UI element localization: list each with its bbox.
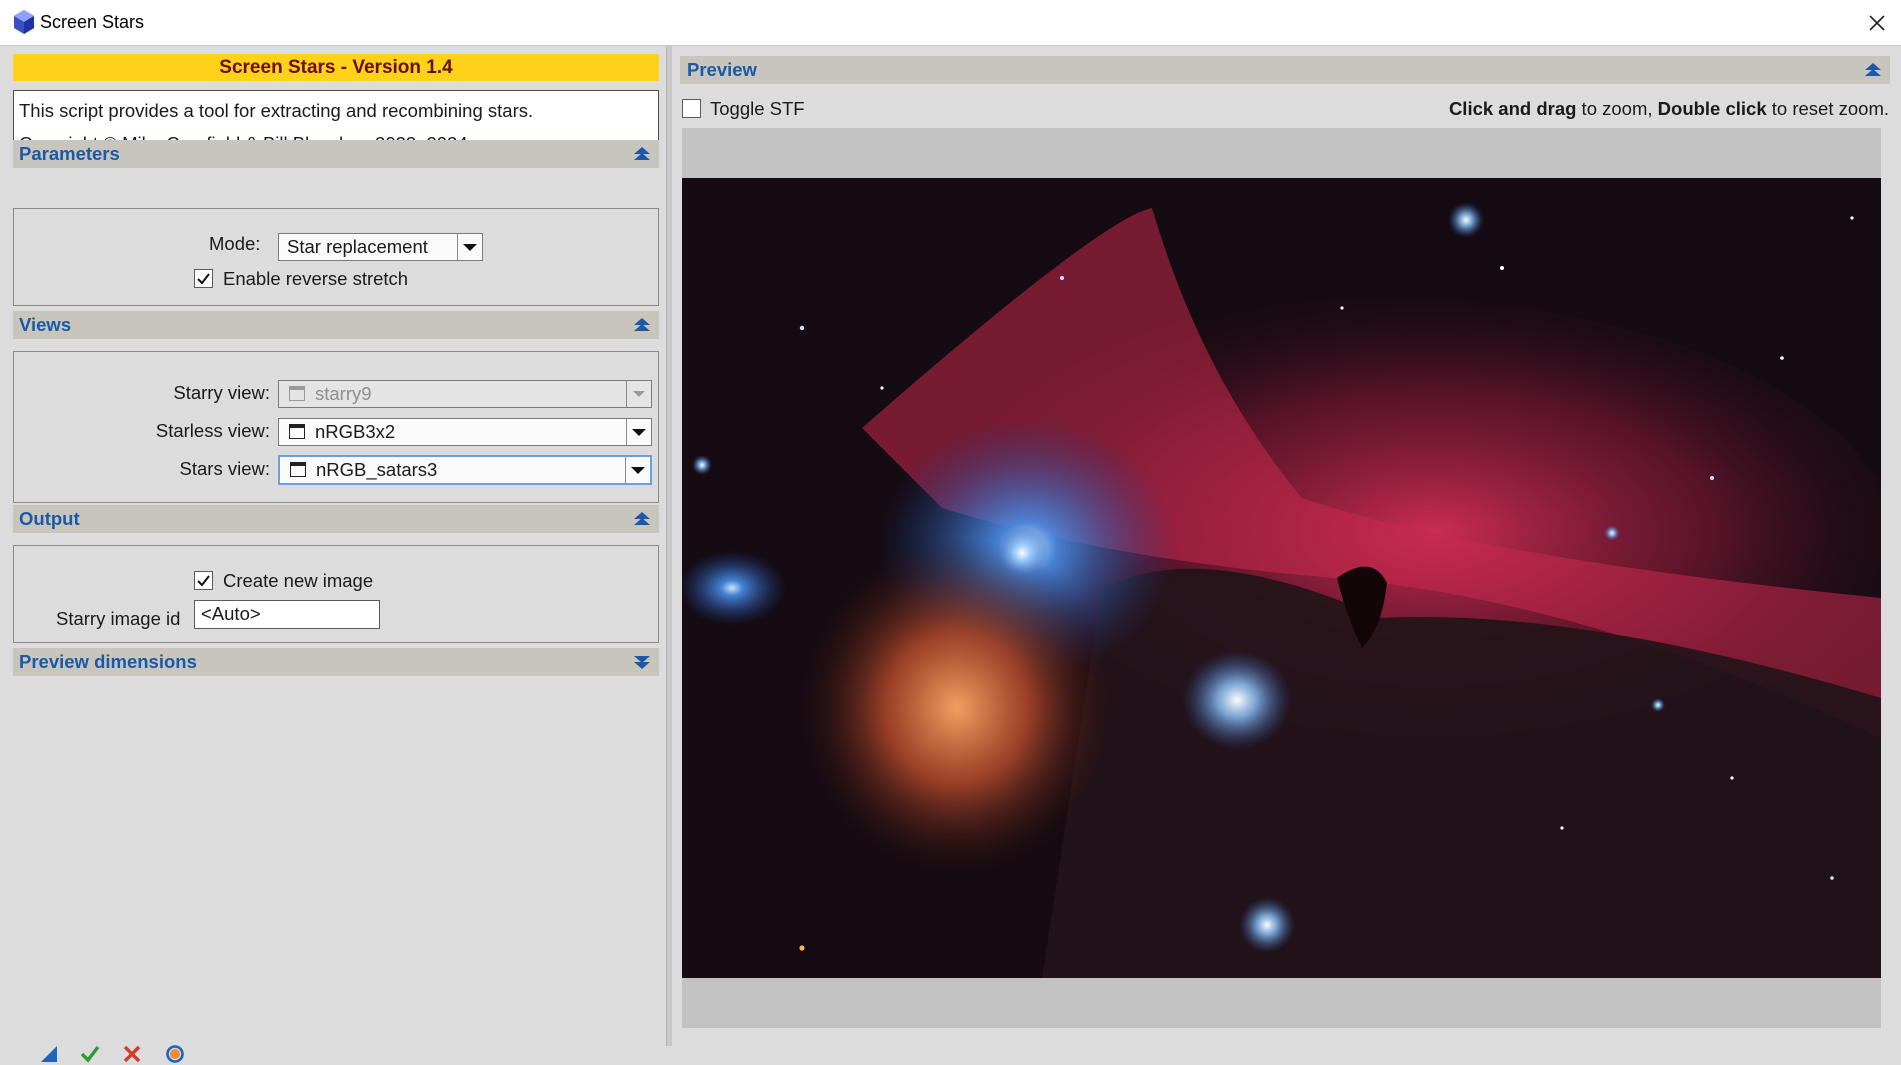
view-window-icon: [290, 462, 306, 477]
reset-icon[interactable]: [164, 1043, 186, 1065]
output-group: Create new image Starry image id <Auto>: [13, 545, 659, 643]
section-parameters[interactable]: Parameters: [13, 140, 659, 168]
zoom-hint: Click and drag to zoom, Double click to …: [1448, 98, 1889, 119]
starless-view-label: Starless view:: [155, 420, 270, 441]
section-title: Preview dimensions: [19, 651, 197, 672]
preview-canvas[interactable]: [682, 128, 1881, 1028]
parameters-group: Mode: Star replacement Enable reverse st…: [13, 208, 659, 306]
views-group: Starry view: starry9 Starless view: nRGB…: [13, 351, 659, 503]
app-logo-icon: [14, 10, 34, 34]
collapse-up-icon[interactable]: [633, 317, 651, 333]
expand-down-icon[interactable]: [633, 654, 651, 670]
window-title: Screen Stars: [40, 12, 145, 32]
section-preview[interactable]: Preview: [680, 56, 1890, 84]
new-instance-icon[interactable]: [38, 1043, 60, 1065]
view-window-icon: [289, 386, 305, 401]
window-titlebar: Screen Stars: [0, 0, 1901, 46]
description-text: This script provides a tool for extracti…: [19, 100, 534, 121]
nebula-preview-image[interactable]: [682, 178, 1881, 978]
checkmark-icon: [197, 575, 210, 587]
preview-panel: Preview Toggle STF Click and drag to zoo…: [672, 46, 1901, 1046]
collapse-up-icon[interactable]: [633, 511, 651, 527]
mode-select[interactable]: Star replacement: [278, 233, 483, 261]
cancel-icon[interactable]: [121, 1043, 143, 1065]
toggle-stf-label: Toggle STF: [710, 98, 805, 119]
starry-view-select[interactable]: starry9: [278, 380, 652, 408]
close-icon[interactable]: [1860, 8, 1892, 38]
starless-view-select[interactable]: nRGB3x2: [278, 418, 652, 446]
section-title: Preview: [687, 59, 757, 80]
section-views[interactable]: Views: [13, 311, 659, 339]
execute-icon[interactable]: [79, 1043, 101, 1065]
section-title: Output: [19, 508, 80, 529]
starry-image-id-label: Starry image id: [56, 608, 181, 629]
collapse-up-icon[interactable]: [633, 146, 651, 162]
mode-label: Mode:: [209, 233, 261, 254]
stars-view-label: Stars view:: [179, 458, 270, 479]
chevron-down-icon[interactable]: [457, 234, 482, 260]
starry-view-label: Starry view:: [173, 382, 270, 403]
version-banner: Screen Stars - Version 1.4: [13, 54, 659, 81]
chevron-down-icon[interactable]: [625, 457, 650, 483]
controls-panel: Screen Stars - Version 1.4 This script p…: [0, 46, 666, 1063]
chevron-down-icon[interactable]: [626, 381, 651, 407]
chevron-down-icon[interactable]: [626, 419, 651, 445]
checkmark-icon: [197, 273, 210, 285]
section-output[interactable]: Output: [13, 505, 659, 533]
create-new-image-checkbox[interactable]: [194, 571, 213, 590]
reverse-stretch-label: Enable reverse stretch: [223, 268, 409, 289]
view-window-icon: [289, 424, 305, 439]
create-new-image-label: Create new image: [223, 570, 374, 591]
stars-view-select[interactable]: nRGB_satars3: [278, 455, 652, 485]
section-preview-dimensions[interactable]: Preview dimensions: [13, 648, 659, 676]
reverse-stretch-checkbox[interactable]: [194, 269, 213, 288]
toggle-stf-checkbox[interactable]: [682, 99, 701, 118]
section-title: Parameters: [19, 143, 120, 164]
section-title: Views: [19, 314, 72, 335]
collapse-up-icon[interactable]: [1864, 62, 1882, 78]
starry-image-id-input[interactable]: <Auto>: [194, 600, 380, 629]
